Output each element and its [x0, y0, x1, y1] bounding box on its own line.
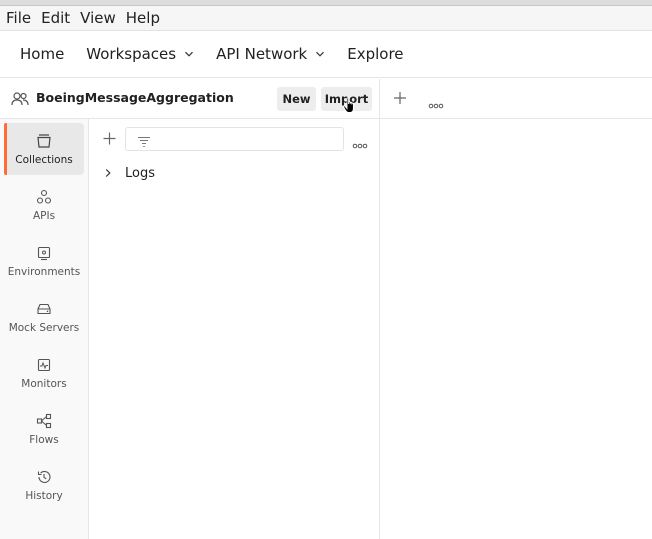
- nav-home[interactable]: Home: [20, 45, 64, 63]
- sidebar-item-mock-servers[interactable]: Mock Servers: [4, 291, 84, 343]
- collections-icon: [35, 132, 53, 150]
- menu-help[interactable]: Help: [126, 6, 160, 31]
- panel-divider: [379, 79, 380, 539]
- menu-bar: File Edit View Help: [0, 6, 652, 31]
- flows-icon: [35, 412, 53, 430]
- more-options-icon[interactable]: [352, 135, 368, 149]
- apis-icon: [35, 188, 53, 206]
- active-indicator: [4, 123, 7, 175]
- sidebar-item-label: APIs: [32, 210, 56, 222]
- new-button[interactable]: New: [277, 87, 316, 111]
- chevron-down-icon: [184, 49, 194, 59]
- sidebar-item-label: Monitors: [21, 378, 67, 390]
- more-options-icon[interactable]: [428, 95, 444, 109]
- sidebar-item-flows[interactable]: Flows: [4, 403, 84, 455]
- nav-api-network-label: API Network: [216, 45, 308, 63]
- filter-icon[interactable]: [137, 133, 151, 148]
- nav-explore[interactable]: Explore: [347, 45, 403, 63]
- sidebar-item-label: Collections: [15, 154, 73, 166]
- environments-icon: [35, 244, 53, 262]
- hand-cursor-icon: [342, 96, 358, 116]
- workspace-bar: BoeingMessageAggregation New Import: [0, 79, 379, 119]
- chevron-down-icon: [315, 49, 325, 59]
- sidebar-item-history[interactable]: History: [4, 459, 84, 511]
- team-icon: [11, 91, 29, 107]
- collection-item-label: Logs: [125, 165, 155, 181]
- collections-search-input[interactable]: [125, 127, 344, 151]
- mock-servers-icon: [35, 300, 53, 318]
- menu-edit[interactable]: Edit: [41, 6, 70, 31]
- menu-view[interactable]: View: [80, 6, 116, 31]
- sidebar-item-monitors[interactable]: Monitors: [4, 347, 84, 399]
- sidebar-item-label: Flows: [29, 434, 59, 446]
- collection-item[interactable]: Logs: [103, 164, 155, 182]
- monitors-icon: [35, 356, 53, 374]
- app-header: Home Workspaces API Network Explore: [0, 31, 652, 78]
- menu-file[interactable]: File: [6, 6, 31, 31]
- new-tab-plus-icon[interactable]: [392, 90, 408, 106]
- nav-workspaces[interactable]: Workspaces: [86, 45, 194, 63]
- sidebar-item-label: History: [25, 490, 63, 502]
- tabs-bar: [380, 79, 652, 119]
- sidebar-item-label: Environments: [7, 266, 81, 278]
- nav-home-label: Home: [20, 45, 65, 63]
- collections-panel: Logs: [89, 119, 379, 539]
- sidebar-item-environments[interactable]: Environments: [4, 235, 84, 287]
- nav-api-network[interactable]: API Network: [216, 45, 325, 63]
- history-icon: [35, 468, 53, 486]
- nav-explore-label: Explore: [347, 45, 404, 63]
- sidebar: Collections APIs Environments Mock Serve…: [0, 119, 89, 539]
- workspace-name[interactable]: BoeingMessageAggregation: [36, 90, 234, 105]
- nav-workspaces-label: Workspaces: [86, 45, 177, 63]
- sidebar-item-apis[interactable]: APIs: [4, 179, 84, 231]
- sidebar-item-collections[interactable]: Collections: [4, 123, 84, 175]
- chevron-right-icon[interactable]: [103, 168, 113, 178]
- sidebar-item-label: Mock Servers: [8, 322, 80, 334]
- add-collection-plus-icon[interactable]: [102, 131, 117, 146]
